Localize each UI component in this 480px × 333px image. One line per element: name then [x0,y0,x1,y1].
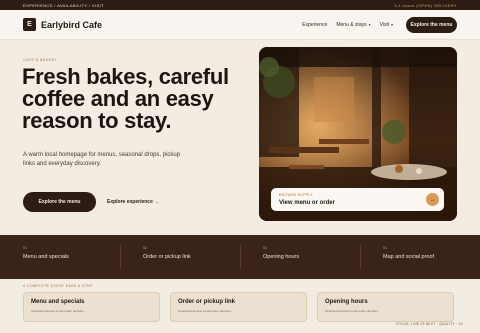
card-title: Order or pickup link [178,299,236,305]
card-title: Menu and specials [31,299,85,305]
card-subtitle: Structured around a real visitor decisio… [178,309,232,313]
explore-experience-link[interactable]: Explore experience → [107,199,159,205]
card-subtitle: Structured around a real visitor decisio… [325,309,379,313]
hero-eyebrow: CAFE & BAKERY [23,58,58,62]
nav-item-label: Experience [302,21,328,28]
logo-mark[interactable]: E [23,18,36,31]
band-item-menu[interactable]: Menu and specials [23,254,69,260]
info-card-order[interactable]: Order or pickup link Structured around a… [170,292,307,322]
footer-note: FOCUS: LINE 23 NEXT · QUALITY · 24 [396,322,463,326]
brand-name[interactable]: Earlybird Cafe [41,20,102,30]
topbar-status: 3.1 hours (OPEN) DELIVERY [394,2,457,8]
hero-headline: Fresh bakes, careful coffee and an easy … [22,64,229,133]
arrow-right-icon[interactable]: → [426,193,439,206]
info-card-menu[interactable]: Menu and specials Structured around a re… [23,292,160,322]
explore-menu-button[interactable]: Explore the menu [23,192,96,212]
band-divider [360,245,361,269]
chevron-down-icon: ▾ [368,22,371,27]
band-divider [240,245,241,269]
band-number: 04 [383,246,387,250]
nav-item-experience[interactable]: Experience [302,22,327,28]
hero-description: A warm local homepage for menus, seasona… [23,152,181,167]
band-number: 01 [23,246,27,250]
band-divider [120,245,121,269]
band-item-hours[interactable]: Opening hours [263,254,299,260]
view-menu-card[interactable]: BROWSE SUPPLY View menu or order → [271,188,444,211]
hero-section: CAFE & BAKERY Fresh bakes, careful coffe… [0,41,480,235]
site-header: E Earlybird Cafe Experience Menu & stays… [0,10,480,40]
nav-item-visit[interactable]: Visit ▾ [380,22,393,28]
chevron-down-icon: ▾ [390,22,393,27]
menu-card-kicker: BROWSE SUPPLY [279,193,313,197]
cafe-interior-photo: BROWSE SUPPLY View menu or order → [259,47,457,221]
section-label: A COMPLETE EVENT EASE & STEP [23,284,93,288]
band-item-map[interactable]: Map and social proof [383,254,434,260]
top-announcement-bar: EXPERIENCE / AVAILABILITY / VISIT 3.1 ho… [0,0,480,10]
band-number: 02 [143,246,147,250]
nav-item-menu[interactable]: Menu & stays ▾ [336,22,370,28]
card-subtitle: Structured around a real visitor decisio… [31,309,85,313]
menu-card-title: View menu or order [279,200,335,206]
nav-item-label: Menu & stays [336,21,367,28]
card-title: Opening hours [325,299,368,305]
info-card-hours[interactable]: Opening hours Structured around a real v… [317,292,454,322]
topbar-breadcrumb: EXPERIENCE / AVAILABILITY / VISIT [23,2,105,8]
main-nav: Experience Menu & stays ▾ Visit ▾ Explore … [293,16,457,33]
band-number: 03 [263,246,267,250]
nav-item-label: Visit [379,21,389,28]
band-item-order[interactable]: Order or pickup link [143,254,191,260]
feature-band: 01 Menu and specials 02 Order or pickup … [0,235,480,279]
header-menu-button[interactable]: Explore the menu [406,16,457,33]
